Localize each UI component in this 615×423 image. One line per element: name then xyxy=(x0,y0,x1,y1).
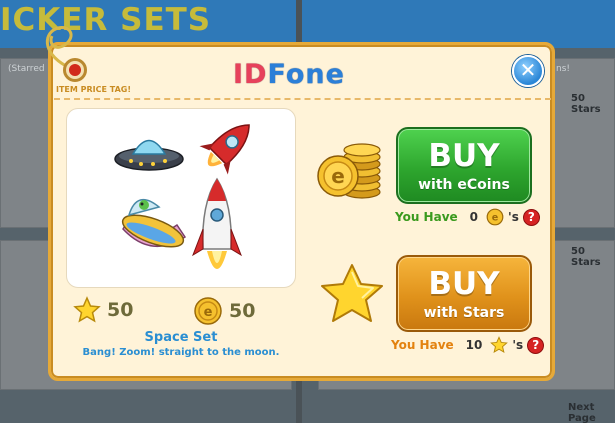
close-button[interactable]: ✕ xyxy=(512,55,544,87)
big-star-icon xyxy=(321,264,383,322)
stars-balance-value: 10 xyxy=(465,338,483,352)
ecoin-icon: e xyxy=(194,297,222,325)
idfone-logo: ID Fone xyxy=(233,57,345,91)
buy-stars-subtitle: with Stars xyxy=(423,305,505,321)
item-name: Space Set xyxy=(144,330,218,345)
background-section-2-stars: 50 Stars xyxy=(571,246,601,268)
star-icon xyxy=(490,336,509,354)
background-section-1-stars: 50 Stars xyxy=(571,93,601,115)
modal-header-divider xyxy=(54,98,551,100)
buy-stars-title: BUY xyxy=(428,266,500,302)
stars-balance-suffix: 's xyxy=(512,338,524,352)
flying-saucer-icon xyxy=(114,139,184,171)
next-page-link[interactable]: Next Page xyxy=(568,402,615,423)
ecoin-cost: e 50 xyxy=(193,296,255,326)
sticker-preview-art xyxy=(114,124,250,269)
star-cost-value: 50 xyxy=(107,299,134,321)
logo-id-text: ID xyxy=(233,58,268,90)
ecoins-balance-label: You Have xyxy=(395,210,458,224)
svg-text:e: e xyxy=(492,213,499,224)
coin-stack-icon: e xyxy=(317,143,381,199)
ecoin-cost-value: 50 xyxy=(229,300,256,322)
alien-ufo-icon xyxy=(121,198,187,248)
buy-ecoins-subtitle: with eCoins xyxy=(418,177,510,193)
ecoins-help-icon[interactable]: ? xyxy=(522,208,540,226)
logo-fone-text: Fone xyxy=(267,58,345,90)
svg-text:e: e xyxy=(331,164,345,188)
star-icon xyxy=(73,296,101,323)
ecoins-balance-suffix: 's xyxy=(508,210,519,224)
stars-help-icon[interactable]: ? xyxy=(527,336,545,354)
svg-text:e: e xyxy=(204,305,213,320)
buy-with-ecoins-button[interactable]: BUY with eCoins xyxy=(396,127,532,204)
ecoins-balance-value: 0 xyxy=(469,210,479,224)
price-tag-label: ITEM PRICE TAG! xyxy=(56,85,132,94)
price-tag-hole-icon xyxy=(63,58,87,82)
star-cost: 50 xyxy=(73,296,133,324)
background-page-title: ICKER SETS xyxy=(0,2,212,38)
ecoins-balance: You Have 0 e 's ? xyxy=(395,208,540,226)
ecoin-icon: e xyxy=(486,208,504,226)
background-right-label: ns! xyxy=(556,64,571,74)
buy-ecoins-title: BUY xyxy=(428,138,500,174)
red-rocket-icon xyxy=(199,124,250,175)
buy-with-stars-button[interactable]: BUY with Stars xyxy=(396,255,532,332)
stars-balance: You Have 10 's ? xyxy=(391,336,545,354)
stars-balance-label: You Have xyxy=(391,338,454,352)
item-description: Bang! Zoom! straight to the moon. xyxy=(82,347,280,358)
sticker-preview-panel xyxy=(66,108,296,288)
tall-rocket-icon xyxy=(192,177,242,269)
